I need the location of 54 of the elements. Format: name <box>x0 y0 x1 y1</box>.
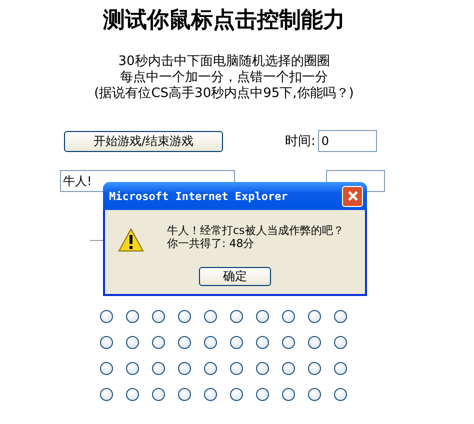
radio-button[interactable] <box>152 310 165 323</box>
radio-button[interactable] <box>178 388 191 401</box>
start-button[interactable]: 开始游戏/结束游戏 <box>64 130 223 152</box>
radio-button[interactable] <box>334 336 347 349</box>
time-label: 时间: <box>285 133 316 150</box>
radio-button[interactable] <box>256 362 269 375</box>
radio-button[interactable] <box>152 362 165 375</box>
radio-button[interactable] <box>178 336 191 349</box>
close-icon[interactable] <box>346 190 358 202</box>
radio-button[interactable] <box>282 388 295 401</box>
time-field[interactable]: 0 <box>318 130 378 152</box>
radio-button[interactable] <box>152 336 165 349</box>
radio-button[interactable] <box>230 336 243 349</box>
radio-button[interactable] <box>100 310 113 323</box>
radio-button[interactable] <box>282 336 295 349</box>
radio-button[interactable] <box>178 310 191 323</box>
radio-button[interactable] <box>204 388 217 401</box>
radio-button[interactable] <box>308 336 321 349</box>
page-heading: 测试你鼠标点击控制能力 <box>102 7 346 35</box>
radio-button[interactable] <box>334 362 347 375</box>
radio-button[interactable] <box>100 388 113 401</box>
radio-button[interactable] <box>308 388 321 401</box>
radio-button[interactable] <box>308 362 321 375</box>
radio-button[interactable] <box>256 310 269 323</box>
dialog-message: 你一共得了: 48分 <box>167 237 256 250</box>
radio-button[interactable] <box>334 310 347 323</box>
radio-button[interactable] <box>256 336 269 349</box>
radio-button[interactable] <box>126 362 139 375</box>
radio-button[interactable] <box>126 310 139 323</box>
radio-button[interactable] <box>178 362 191 375</box>
instruction-text: (据说有位CS高手30秒内点中95下,你能吗？) <box>94 86 354 102</box>
radio-button[interactable] <box>230 388 243 401</box>
radio-button[interactable] <box>230 310 243 323</box>
radio-button[interactable] <box>230 362 243 375</box>
radio-button[interactable] <box>126 336 139 349</box>
dialog-message: 牛人！经常打cs被人当成作弊的吧？ <box>167 224 344 237</box>
radio-button[interactable] <box>204 310 217 323</box>
radio-button[interactable] <box>334 388 347 401</box>
radio-button[interactable] <box>282 310 295 323</box>
radio-button[interactable] <box>126 388 139 401</box>
radio-button[interactable] <box>282 362 295 375</box>
close-button[interactable] <box>342 186 363 206</box>
instruction-text: 30秒内击中下面电脑随机选择的圈圈 <box>118 54 330 70</box>
warning-icon <box>118 228 144 252</box>
radio-button[interactable] <box>204 362 217 375</box>
radio-button[interactable] <box>256 388 269 401</box>
ok-button[interactable]: 确定 <box>199 267 271 286</box>
dialog-title: Microsoft Internet Explorer <box>109 190 288 202</box>
instruction-text: 每点中一个加一分，点错一个扣一分 <box>120 70 328 86</box>
radio-button[interactable] <box>308 310 321 323</box>
radio-button[interactable] <box>204 336 217 349</box>
radio-button[interactable] <box>100 336 113 349</box>
radio-button[interactable] <box>152 388 165 401</box>
radio-button[interactable] <box>100 362 113 375</box>
